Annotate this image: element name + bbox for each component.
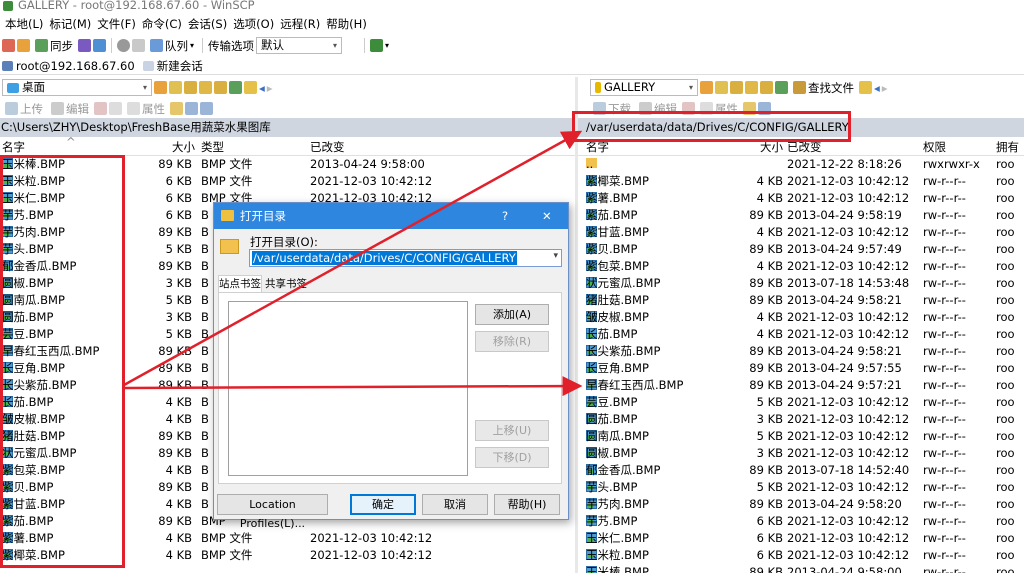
annotation-arrow-path [123, 130, 583, 387]
annotation-arrows [123, 130, 583, 397]
annotation-arrow-file [123, 376, 583, 397]
